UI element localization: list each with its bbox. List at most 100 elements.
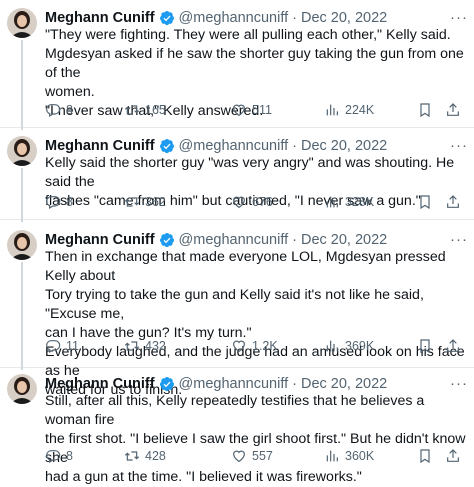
reply-button[interactable]: 8 [45, 100, 73, 120]
analytics-icon [326, 196, 338, 208]
tweet-text-line: Still, after all this, Kelly repeatedly … [45, 393, 425, 428]
reply-count: 8 [66, 103, 73, 117]
tweet-text-line: "They were fighting. They were all pulli… [45, 27, 451, 43]
tweet-text: Still, after all this, Kelly repeatedly … [45, 392, 466, 487]
views-button[interactable]: 369K [324, 336, 374, 356]
analytics-icon [326, 450, 338, 462]
like-count: 557 [252, 449, 273, 463]
retweet-icon [124, 451, 140, 461]
tweet-2[interactable]: Meghann Cuniff @meghanncuniff · Dec 20, … [0, 128, 474, 222]
share-button[interactable] [445, 192, 461, 212]
author-handle[interactable]: @meghanncuniff [179, 232, 289, 248]
bookmark-button[interactable] [417, 100, 433, 120]
bookmark-button[interactable] [417, 336, 433, 356]
thread-connector [21, 262, 23, 370]
more-options-icon[interactable]: ··· [450, 375, 468, 392]
like-button[interactable]: 676 [231, 192, 273, 212]
views-count: 360K [345, 449, 375, 463]
share-button[interactable] [445, 100, 461, 120]
like-button[interactable]: 1.2K [231, 336, 278, 356]
tweet-text-line: Mgdesyan asked if he saw the shorter guy… [45, 46, 464, 81]
thread-connector [21, 168, 23, 222]
retweet-button[interactable]: 165 [124, 100, 166, 120]
reply-icon [46, 450, 61, 464]
retweet-count: 428 [145, 449, 166, 463]
verified-badge-icon [159, 233, 174, 248]
avatar[interactable] [7, 136, 37, 166]
more-options-icon[interactable]: ··· [450, 231, 468, 248]
retweet-button[interactable]: 362 [124, 192, 166, 212]
reply-button[interactable]: 11 [45, 336, 79, 356]
separator-dot: · [292, 138, 297, 154]
tweet-header: Meghann Cuniff @meghanncuniff · Dec 20, … [45, 136, 468, 156]
tweet-date[interactable]: Dec 20, 2022 [301, 138, 387, 154]
tweet-actions: 8 428 557 360K [45, 446, 474, 466]
bookmark-button[interactable] [417, 446, 433, 466]
retweet-button[interactable]: 428 [124, 446, 166, 466]
thread-connector [21, 40, 23, 130]
tweet-text-line: Tory trying to take the gun and Kelly sa… [45, 287, 424, 322]
share-icon [447, 339, 459, 352]
tweet-text-line: had a gun at the time. "I believed it wa… [45, 469, 362, 485]
bookmark-icon [420, 195, 430, 210]
heart-icon [233, 450, 245, 463]
separator-dot: · [292, 232, 297, 248]
heart-icon [233, 340, 245, 353]
tweet-3[interactable]: Meghann Cuniff @meghanncuniff · Dec 20, … [0, 222, 474, 398]
verified-badge-icon [159, 139, 174, 154]
tweet-text-line: Then in exchange that made everyone LOL,… [45, 249, 446, 284]
separator-dot: · [292, 376, 297, 392]
more-options-icon[interactable]: ··· [450, 9, 468, 26]
avatar[interactable] [7, 374, 37, 404]
author-name[interactable]: Meghann Cuniff [45, 232, 155, 248]
author-name[interactable]: Meghann Cuniff [45, 10, 155, 26]
like-count: 1.2K [252, 339, 278, 353]
tweet-date[interactable]: Dec 20, 2022 [301, 232, 387, 248]
author-handle[interactable]: @meghanncuniff [179, 10, 289, 26]
bookmark-icon [420, 103, 430, 118]
views-button[interactable]: 224K [324, 100, 374, 120]
reply-button[interactable]: 8 [45, 192, 73, 212]
share-button[interactable] [445, 336, 461, 356]
views-button[interactable]: 360K [324, 446, 374, 466]
tweet-4[interactable]: Meghann Cuniff @meghanncuniff · Dec 20, … [0, 366, 474, 485]
tweet-1[interactable]: Meghann Cuniff @meghanncuniff · Dec 20, … [0, 0, 474, 130]
reply-icon [46, 196, 61, 210]
tweet-thread: Meghann Cuniff @meghanncuniff · Dec 20, … [0, 0, 474, 485]
tweet-header: Meghann Cuniff @meghanncuniff · Dec 20, … [45, 374, 468, 394]
share-button[interactable] [445, 446, 461, 466]
verified-badge-icon [159, 11, 174, 26]
separator-dot: · [292, 10, 297, 26]
tweet-header: Meghann Cuniff @meghanncuniff · Dec 20, … [45, 8, 468, 28]
like-button[interactable]: 511 [231, 100, 272, 120]
bookmark-icon [420, 449, 430, 464]
reply-count: 8 [66, 449, 73, 463]
tweet-date[interactable]: Dec 20, 2022 [301, 376, 387, 392]
share-icon [447, 449, 459, 462]
retweet-button[interactable]: 432 [124, 336, 166, 356]
avatar[interactable] [7, 8, 37, 38]
author-handle[interactable]: @meghanncuniff [179, 376, 289, 392]
retweet-count: 165 [145, 103, 166, 117]
tweet-header: Meghann Cuniff @meghanncuniff · Dec 20, … [45, 230, 468, 250]
tweet-date[interactable]: Dec 20, 2022 [301, 10, 387, 26]
avatar[interactable] [7, 230, 37, 260]
author-name[interactable]: Meghann Cuniff [45, 138, 155, 154]
author-name[interactable]: Meghann Cuniff [45, 376, 155, 392]
tweet-actions: 11 432 1.2K 369K [45, 336, 474, 356]
author-handle[interactable]: @meghanncuniff [179, 138, 289, 154]
views-button[interactable]: 328K [324, 192, 374, 212]
reply-button[interactable]: 8 [45, 446, 73, 466]
share-icon [447, 195, 459, 208]
analytics-icon [326, 104, 338, 116]
like-count: 676 [252, 195, 273, 209]
reply-count: 11 [66, 339, 79, 353]
like-button[interactable]: 557 [231, 446, 273, 466]
bookmark-button[interactable] [417, 192, 433, 212]
tweet-actions: 8 165 511 224K [45, 100, 474, 120]
reply-icon [46, 340, 61, 354]
retweet-count: 362 [145, 195, 166, 209]
views-count: 224K [345, 103, 375, 117]
views-count: 328K [345, 195, 375, 209]
more-options-icon[interactable]: ··· [450, 137, 468, 154]
